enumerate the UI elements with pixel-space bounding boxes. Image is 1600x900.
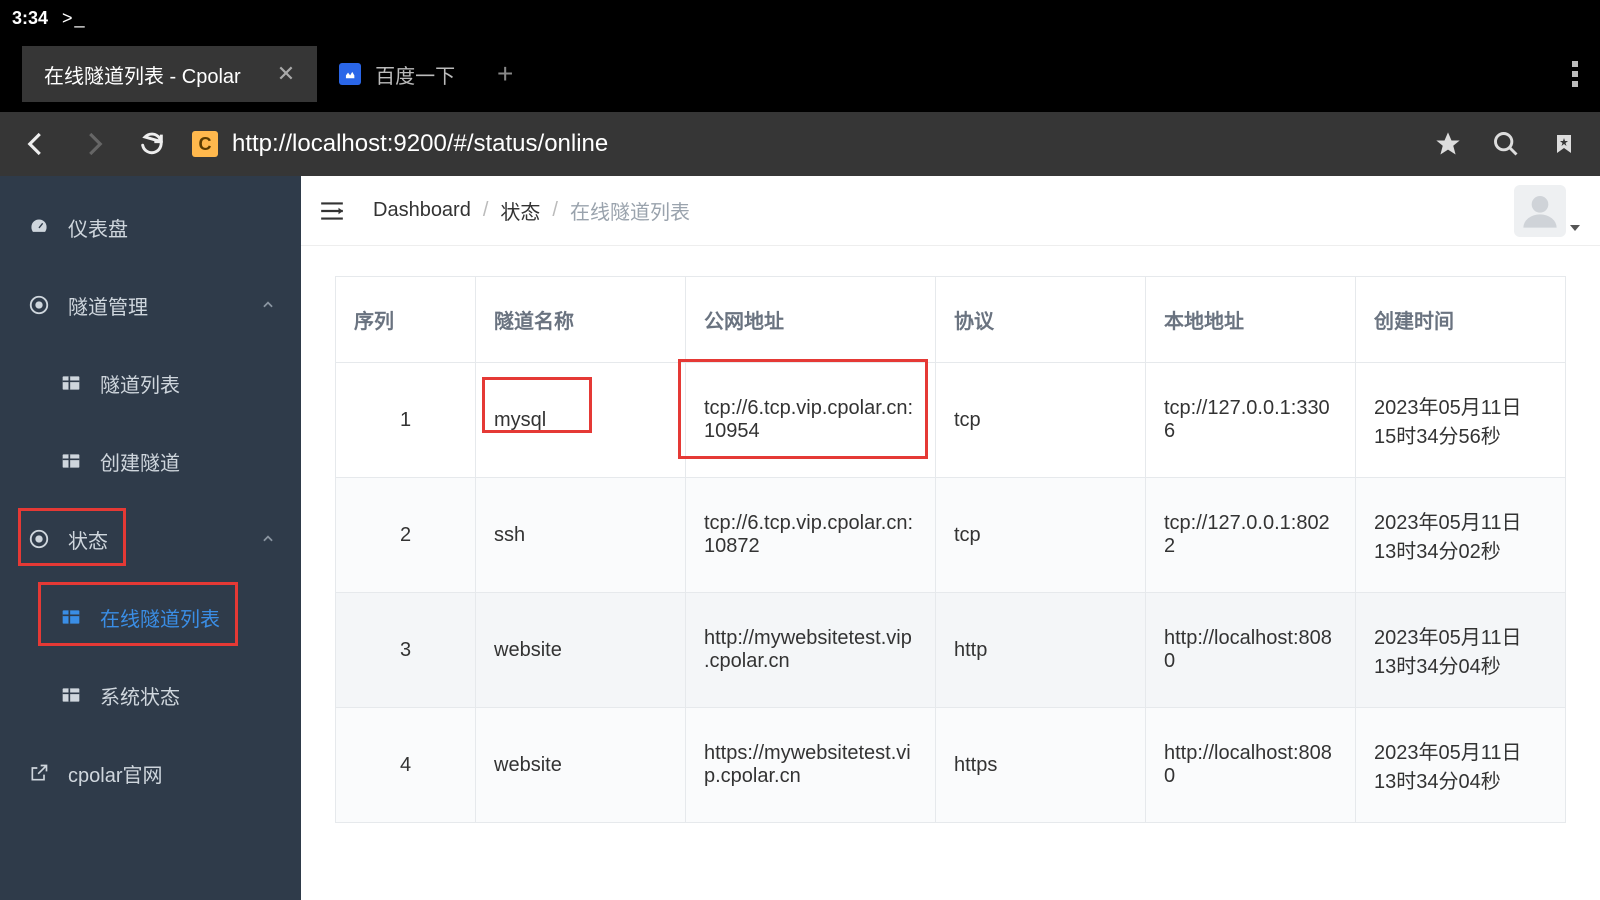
breadcrumb-dashboard[interactable]: Dashboard [373, 199, 471, 222]
cell-seq: 4 [336, 708, 476, 823]
app-content: 仪表盘 隧道管理 隧道列表 创建隧道 状态 [0, 176, 1600, 900]
close-icon[interactable]: ✕ [277, 61, 295, 87]
cell-proto: http [936, 593, 1146, 708]
table-row: 1 mysql tcp://6.tcp.vip.cpolar.cn:10954 … [336, 363, 1566, 478]
chevron-up-icon [261, 532, 275, 546]
content-topbar: Dashboard / 状态 / 在线隧道列表 [301, 176, 1600, 246]
cell-public-text: tcp://6.tcp.vip.cpolar.cn:10954 [704, 397, 913, 442]
sidebar-item-tunnel-list[interactable]: 隧道列表 [0, 344, 301, 422]
cell-local: http://localhost:8080 [1146, 593, 1356, 708]
sidebar-toggle-icon[interactable] [319, 200, 345, 222]
sidebar-item-official-site[interactable]: cpolar官网 [0, 734, 301, 812]
tunnel-table: 序列 隧道名称 公网地址 协议 本地地址 创建时间 1 mysql [335, 276, 1566, 823]
site-identity-icon: C [192, 131, 218, 157]
back-button[interactable] [18, 126, 54, 162]
col-local: 本地地址 [1146, 277, 1356, 363]
android-status-bar: 3:34 >_ [0, 0, 1600, 36]
target-icon [26, 294, 52, 316]
chevron-up-icon [261, 298, 275, 312]
tab-title: 百度一下 [375, 60, 455, 89]
external-link-icon [26, 763, 52, 783]
reload-button[interactable] [134, 126, 170, 162]
dashboard-icon [26, 216, 52, 238]
cell-seq: 1 [336, 363, 476, 478]
sidebar-item-tunnel-create[interactable]: 创建隧道 [0, 422, 301, 500]
sidebar-item-label: 系统状态 [100, 681, 180, 710]
baidu-favicon-icon [339, 63, 361, 85]
breadcrumb-status[interactable]: 状态 [500, 196, 540, 225]
tab-title: 在线隧道列表 - Cpolar [44, 60, 241, 89]
cell-proto: https [936, 708, 1146, 823]
cell-local: tcp://127.0.0.1:3306 [1146, 363, 1356, 478]
cell-seq: 2 [336, 478, 476, 593]
col-created: 创建时间 [1356, 277, 1566, 363]
sidebar: 仪表盘 隧道管理 隧道列表 创建隧道 状态 [0, 176, 301, 900]
address-bar[interactable]: C http://localhost:9200/#/status/online [192, 130, 1408, 158]
cell-created: 2023年05月11日 15时34分56秒 [1356, 363, 1566, 478]
table-header-row: 序列 隧道名称 公网地址 协议 本地地址 创建时间 [336, 277, 1566, 363]
cell-public: tcp://6.tcp.vip.cpolar.cn:10954 [686, 363, 936, 478]
cell-name-text: mysql [494, 409, 546, 431]
cell-created: 2023年05月11日 13时34分02秒 [1356, 478, 1566, 593]
cell-local: tcp://127.0.0.1:8022 [1146, 478, 1356, 593]
sidebar-item-label: 状态 [68, 525, 108, 554]
col-public: 公网地址 [686, 277, 936, 363]
tab-inactive[interactable]: 百度一下 [317, 46, 477, 102]
bookmark-star-icon[interactable] [1430, 126, 1466, 162]
col-proto: 协议 [936, 277, 1146, 363]
target-icon [26, 528, 52, 550]
cell-name: website [476, 593, 686, 708]
browser-toolbar: C http://localhost:9200/#/status/online [0, 112, 1600, 176]
breadcrumb-separator: / [552, 199, 558, 222]
sidebar-item-label: 隧道管理 [68, 291, 148, 320]
cell-created: 2023年05月11日 13时34分04秒 [1356, 708, 1566, 823]
cell-proto: tcp [936, 478, 1146, 593]
breadcrumb-current: 在线隧道列表 [570, 196, 690, 225]
sidebar-item-tunnel-mgmt[interactable]: 隧道管理 [0, 266, 301, 344]
sidebar-item-label: 创建隧道 [100, 447, 180, 476]
sidebar-item-online-list[interactable]: 在线隧道列表 [0, 578, 301, 656]
sidebar-item-status[interactable]: 状态 [0, 500, 301, 578]
tab-active[interactable]: 在线隧道列表 - Cpolar ✕ [22, 46, 317, 102]
url-text: http://localhost:9200/#/status/online [232, 130, 608, 158]
new-tab-button[interactable]: + [477, 46, 533, 102]
sidebar-item-dashboard[interactable]: 仪表盘 [0, 188, 301, 266]
browser-tab-bar: 在线隧道列表 - Cpolar ✕ 百度一下 + [0, 36, 1600, 112]
cell-name: mysql [476, 363, 686, 478]
bookmarks-icon[interactable] [1546, 126, 1582, 162]
sidebar-item-label: 隧道列表 [100, 369, 180, 398]
table-icon [58, 373, 84, 393]
user-avatar-menu[interactable] [1514, 185, 1566, 237]
cell-seq: 3 [336, 593, 476, 708]
cell-public: http://mywebsitetest.vip.cpolar.cn [686, 593, 936, 708]
sidebar-item-label: cpolar官网 [68, 759, 162, 788]
cell-public: tcp://6.tcp.vip.cpolar.cn:10872 [686, 478, 936, 593]
cell-name: ssh [476, 478, 686, 593]
cell-created: 2023年05月11日 13时34分04秒 [1356, 593, 1566, 708]
breadcrumb-separator: / [483, 199, 489, 222]
forward-button[interactable] [76, 126, 112, 162]
table-row: 4 website https://mywebsitetest.vip.cpol… [336, 708, 1566, 823]
col-seq: 序列 [336, 277, 476, 363]
col-name: 隧道名称 [476, 277, 686, 363]
table-icon [58, 451, 84, 471]
clock: 3:34 [12, 8, 48, 29]
table-row: 3 website http://mywebsitetest.vip.cpola… [336, 593, 1566, 708]
table-icon [58, 607, 84, 627]
table-container: 序列 隧道名称 公网地址 协议 本地地址 创建时间 1 mysql [301, 246, 1600, 853]
sidebar-item-label: 在线隧道列表 [100, 603, 220, 632]
search-icon[interactable] [1488, 126, 1524, 162]
terminal-prompt-icon: >_ [62, 8, 87, 29]
cell-local: http://localhost:8080 [1146, 708, 1356, 823]
table-row: 2 ssh tcp://6.tcp.vip.cpolar.cn:10872 tc… [336, 478, 1566, 593]
cell-name: website [476, 708, 686, 823]
sidebar-item-label: 仪表盘 [68, 213, 128, 242]
tab-overflow-menu-icon[interactable] [1572, 54, 1578, 94]
main-panel: Dashboard / 状态 / 在线隧道列表 序列 隧道名称 公网地址 [301, 176, 1600, 900]
table-icon [58, 685, 84, 705]
breadcrumb: Dashboard / 状态 / 在线隧道列表 [373, 196, 690, 225]
sidebar-item-system-status[interactable]: 系统状态 [0, 656, 301, 734]
cell-proto: tcp [936, 363, 1146, 478]
cell-public: https://mywebsitetest.vip.cpolar.cn [686, 708, 936, 823]
